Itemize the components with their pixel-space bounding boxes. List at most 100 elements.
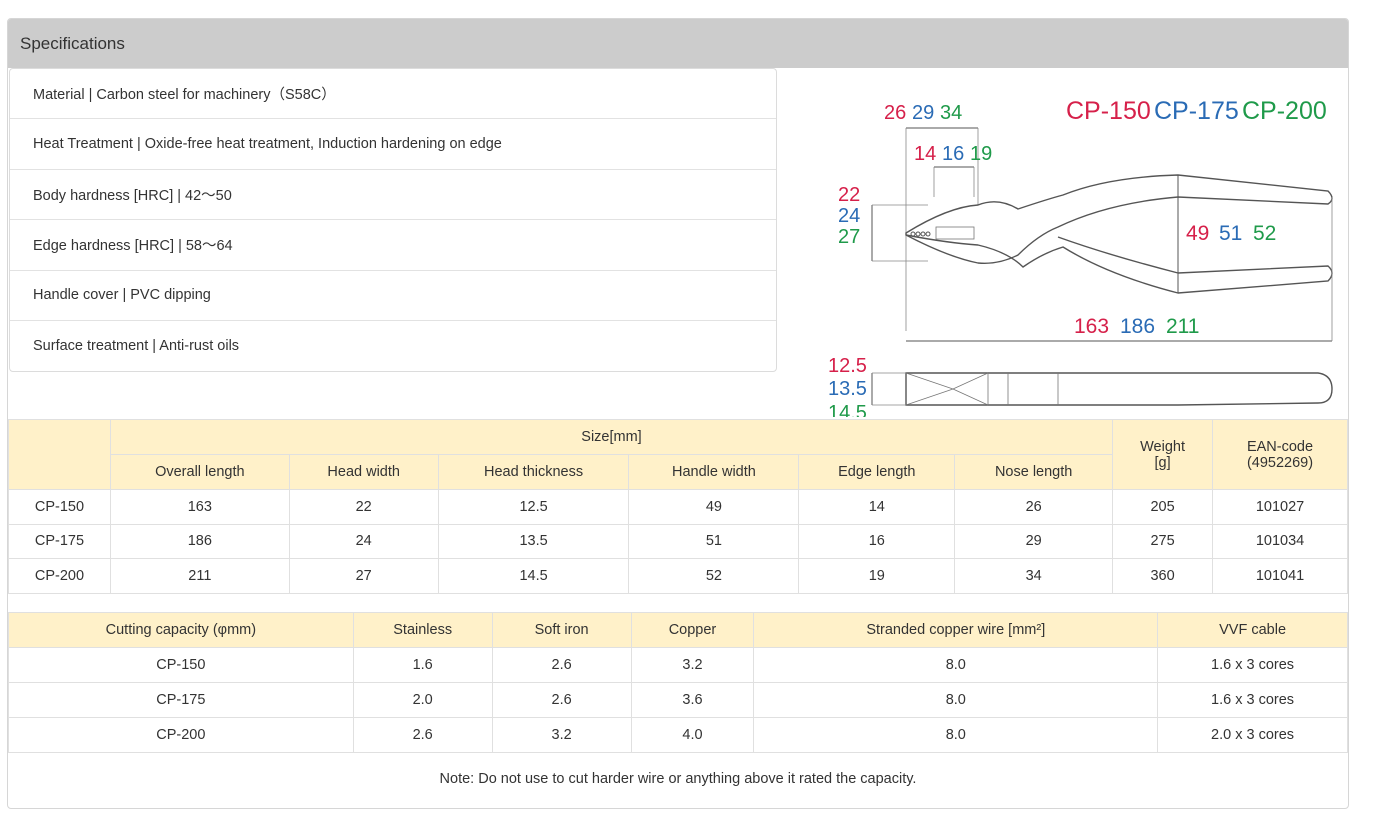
table-cell: 14.5 <box>437 558 630 594</box>
ean-header-line1: EAN-code <box>1246 438 1314 455</box>
model-header <box>8 419 111 490</box>
spec-list: Material | Carbon steel for machinery（S5… <box>9 68 777 372</box>
weight-header: Weight [g] <box>1112 419 1214 490</box>
table-cell: 14 <box>798 489 956 525</box>
table-row: CP-200 211 27 14.5 52 19 34 360 101041 <box>8 558 1348 594</box>
capacity-note: Note: Do not use to cut harder wire or a… <box>439 771 917 787</box>
table-cell: 101027 <box>1212 489 1348 525</box>
table-cell: CP-200 <box>8 717 354 753</box>
spec-heat-treatment: Heat Treatment | Oxide-free heat treatme… <box>10 119 776 170</box>
col-vvf-cable: VVF cable <box>1157 612 1348 648</box>
table-cell: 26 <box>954 489 1114 525</box>
edge-label-2: 16 <box>942 143 964 165</box>
weight-header-line1: Weight <box>1140 438 1185 455</box>
col-handle-width: Handle width <box>628 454 800 490</box>
edge-label-1: 14 <box>914 143 936 165</box>
handle-width-label-1: 49 <box>1186 222 1209 245</box>
table-cell: 186 <box>109 523 290 560</box>
table-cell: 163 <box>109 489 290 525</box>
col-stainless: Stainless <box>352 612 493 648</box>
table-cell: 2.6 <box>491 647 632 683</box>
handle-width-label-3: 52 <box>1253 222 1276 245</box>
table-cell: 211 <box>109 558 290 594</box>
overall-label-1: 163 <box>1074 315 1109 338</box>
table-cell: 13.5 <box>437 523 630 560</box>
head-width-label-3: 27 <box>838 226 860 248</box>
table-cell: 19 <box>798 558 956 594</box>
spec-material: Material | Carbon steel for machinery（S5… <box>10 69 776 120</box>
weight-header-line2: [g] <box>1154 454 1171 471</box>
table-cell: 27 <box>288 558 439 594</box>
pliers-dimension-diagram: CP-150 CP-175 CP-200 26 29 34 14 16 19 2… <box>808 77 1338 417</box>
col-stranded-copper: Stranded copper wire [mm²] <box>753 612 1159 648</box>
table-cell: CP-175 <box>8 682 354 718</box>
table-cell: 205 <box>1112 489 1214 525</box>
specifications-panel: Specifications Material | Carbon steel f… <box>7 18 1349 809</box>
table-row: CP-175 2.0 2.6 3.6 8.0 1.6 x 3 cores <box>8 682 1348 718</box>
spec-body-hardness: Body hardness [HRC] | 42～50 <box>10 170 776 221</box>
table-cell: 101034 <box>1212 523 1348 560</box>
table-row: CP-150 1.6 2.6 3.2 8.0 1.6 x 3 cores <box>8 647 1348 683</box>
table-cell: 8.0 <box>753 682 1159 718</box>
col-head-thickness: Head thickness <box>437 454 630 490</box>
thickness-label-3: 14.5 <box>828 402 867 417</box>
ean-header: EAN-code (4952269) <box>1212 419 1348 490</box>
col-edge-length: Edge length <box>798 454 956 490</box>
edge-label-3: 19 <box>970 143 992 165</box>
thickness-label-2: 13.5 <box>828 378 867 400</box>
table-cell: 101041 <box>1212 558 1348 594</box>
diagram-model-1: CP-150 <box>1066 97 1151 125</box>
table-cell: 2.0 <box>352 682 493 718</box>
col-soft-iron: Soft iron <box>491 612 632 648</box>
size-table: Size[mm] Weight [g] EAN-code (4952269) O… <box>8 419 1348 594</box>
col-head-width: Head width <box>288 454 439 490</box>
table-row: CP-200 2.6 3.2 4.0 8.0 2.0 x 3 cores <box>8 717 1348 753</box>
size-group-header: Size[mm] <box>109 419 1114 455</box>
spec-surface-treatment: Surface treatment | Anti-rust oils <box>33 338 240 355</box>
table-cell: 275 <box>1112 523 1214 560</box>
diagram-model-3: CP-200 <box>1242 97 1327 125</box>
table-cell: 34 <box>954 558 1114 594</box>
table-row: CP-175 186 24 13.5 51 16 29 275 101034 <box>8 523 1348 560</box>
table-cell: 3.2 <box>491 717 632 753</box>
head-width-label-2: 24 <box>838 205 860 227</box>
table-cell: 22 <box>288 489 439 525</box>
head-width-label-1: 22 <box>838 184 860 206</box>
diagram-model-2: CP-175 <box>1154 97 1239 125</box>
table-cell: CP-150 <box>8 489 111 525</box>
table-cell: 3.6 <box>630 682 755 718</box>
table-cell: 51 <box>628 523 800 560</box>
table-cell: 24 <box>288 523 439 560</box>
table-cell: 52 <box>628 558 800 594</box>
table-cell: CP-200 <box>8 558 111 594</box>
nose-label-3: 34 <box>940 102 962 124</box>
table-cell: 49 <box>628 489 800 525</box>
spec-handle-cover: Handle cover | PVC dipping <box>10 271 776 321</box>
table-cell: 3.2 <box>630 647 755 683</box>
ean-header-line2: (4952269) <box>1246 454 1314 471</box>
table-cell: 16 <box>798 523 956 560</box>
cutting-capacity-table: Cutting capacity (φmm) Stainless Soft ir… <box>8 612 1348 753</box>
table-cell: 1.6 x 3 cores <box>1157 647 1348 683</box>
nose-label-1: 26 <box>884 102 906 124</box>
table-cell: 2.6 <box>491 682 632 718</box>
panel-title: Specifications <box>8 19 1348 68</box>
col-nose-length: Nose length <box>954 454 1114 490</box>
table-cell: 2.0 x 3 cores <box>1157 717 1348 753</box>
spec-edge-hardness: Edge hardness [HRC] | 58～64 <box>10 220 776 271</box>
table-cell: 8.0 <box>753 717 1159 753</box>
col-copper: Copper <box>630 612 755 648</box>
table-cell: 2.6 <box>352 717 493 753</box>
table-cell: 1.6 <box>352 647 493 683</box>
table-row: CP-150 163 22 12.5 49 14 26 205 101027 <box>8 489 1348 525</box>
col-cutting-capacity: Cutting capacity (φmm) <box>8 612 354 648</box>
table-cell: 360 <box>1112 558 1214 594</box>
nose-label-2: 29 <box>912 102 934 124</box>
overall-label-3: 211 <box>1166 315 1199 338</box>
table-cell: 1.6 x 3 cores <box>1157 682 1348 718</box>
col-overall-length: Overall length <box>109 454 290 490</box>
handle-width-label-2: 51 <box>1219 222 1242 245</box>
table-cell: 29 <box>954 523 1114 560</box>
table-cell: 8.0 <box>753 647 1159 683</box>
table-cell: 12.5 <box>437 489 630 525</box>
